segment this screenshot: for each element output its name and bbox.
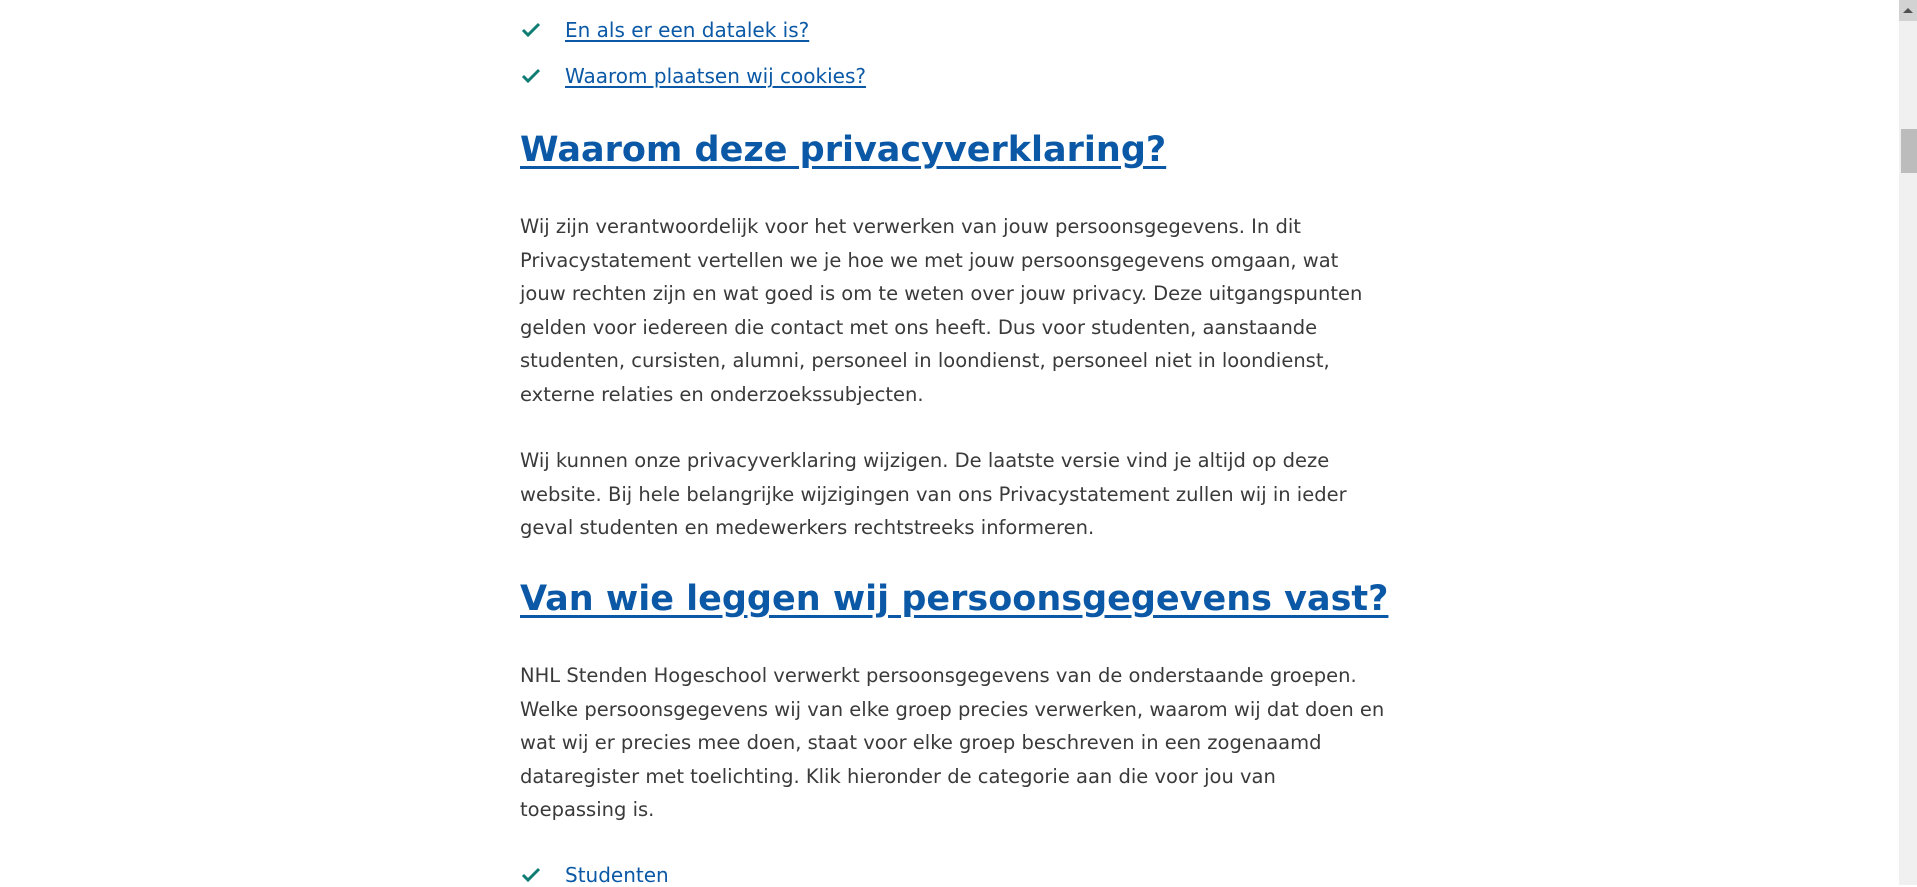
check-icon [521,68,541,84]
section-heading[interactable]: Waarom deze privacyverklaring? [520,130,1166,170]
paragraph: NHL Stenden Hogeschool verwerkt persoons… [520,664,1385,821]
group-link-studenten[interactable]: Studenten [565,863,669,887]
toc-link-cookies[interactable]: Waarom plaatsen wij cookies? [565,64,866,88]
toc-item: Waarom plaatsen wij cookies? [520,64,866,88]
paragraph: Wij zijn verantwoordelijk voor het verwe… [520,215,1363,406]
check-icon [521,867,541,883]
scroll-up-arrow-icon[interactable] [1899,0,1917,21]
check-icon [521,22,541,38]
toc-link-datalek[interactable]: En als er een datalek is? [565,18,809,42]
toc-item: En als er een datalek is? [520,18,809,42]
paragraph: Wij kunnen onze privacyverklaring wijzig… [520,449,1347,539]
section-heading[interactable]: Van wie leggen wij persoonsgegevens vast… [520,579,1388,619]
scrollbar[interactable] [1899,0,1917,885]
group-item: Studenten [520,863,669,887]
scrollbar-thumb[interactable] [1901,129,1917,173]
